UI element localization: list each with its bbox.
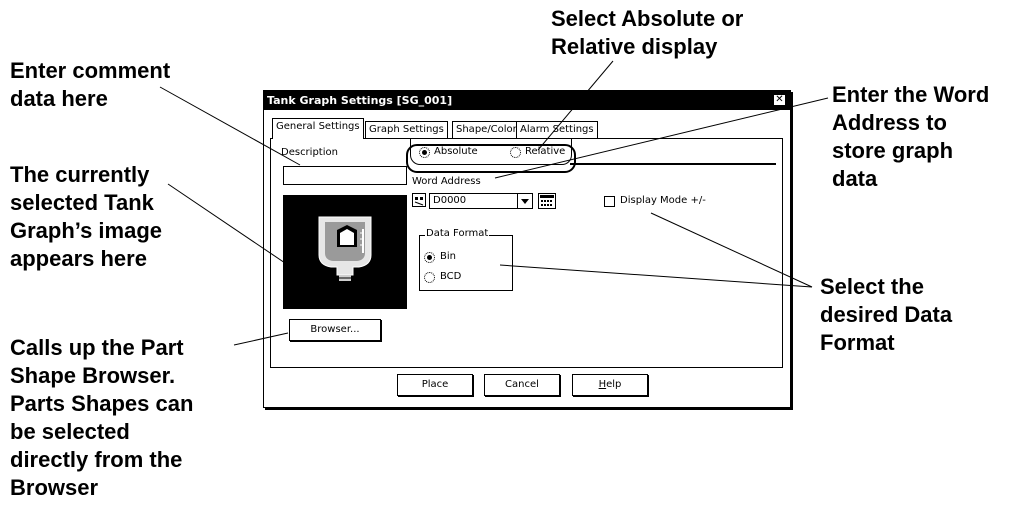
leader-display bbox=[537, 60, 614, 151]
display-highlight bbox=[406, 144, 576, 173]
leader-browser bbox=[233, 332, 289, 346]
tab-general-settings[interactable]: General Settings bbox=[272, 118, 364, 139]
tab-label: General Settings bbox=[276, 121, 360, 132]
leader-word-address bbox=[494, 97, 829, 179]
leader-data-format-2 bbox=[650, 212, 813, 288]
callout-leader-lines bbox=[159, 60, 829, 346]
leader-data-format-1 bbox=[499, 264, 813, 288]
leader-image bbox=[167, 183, 289, 266]
